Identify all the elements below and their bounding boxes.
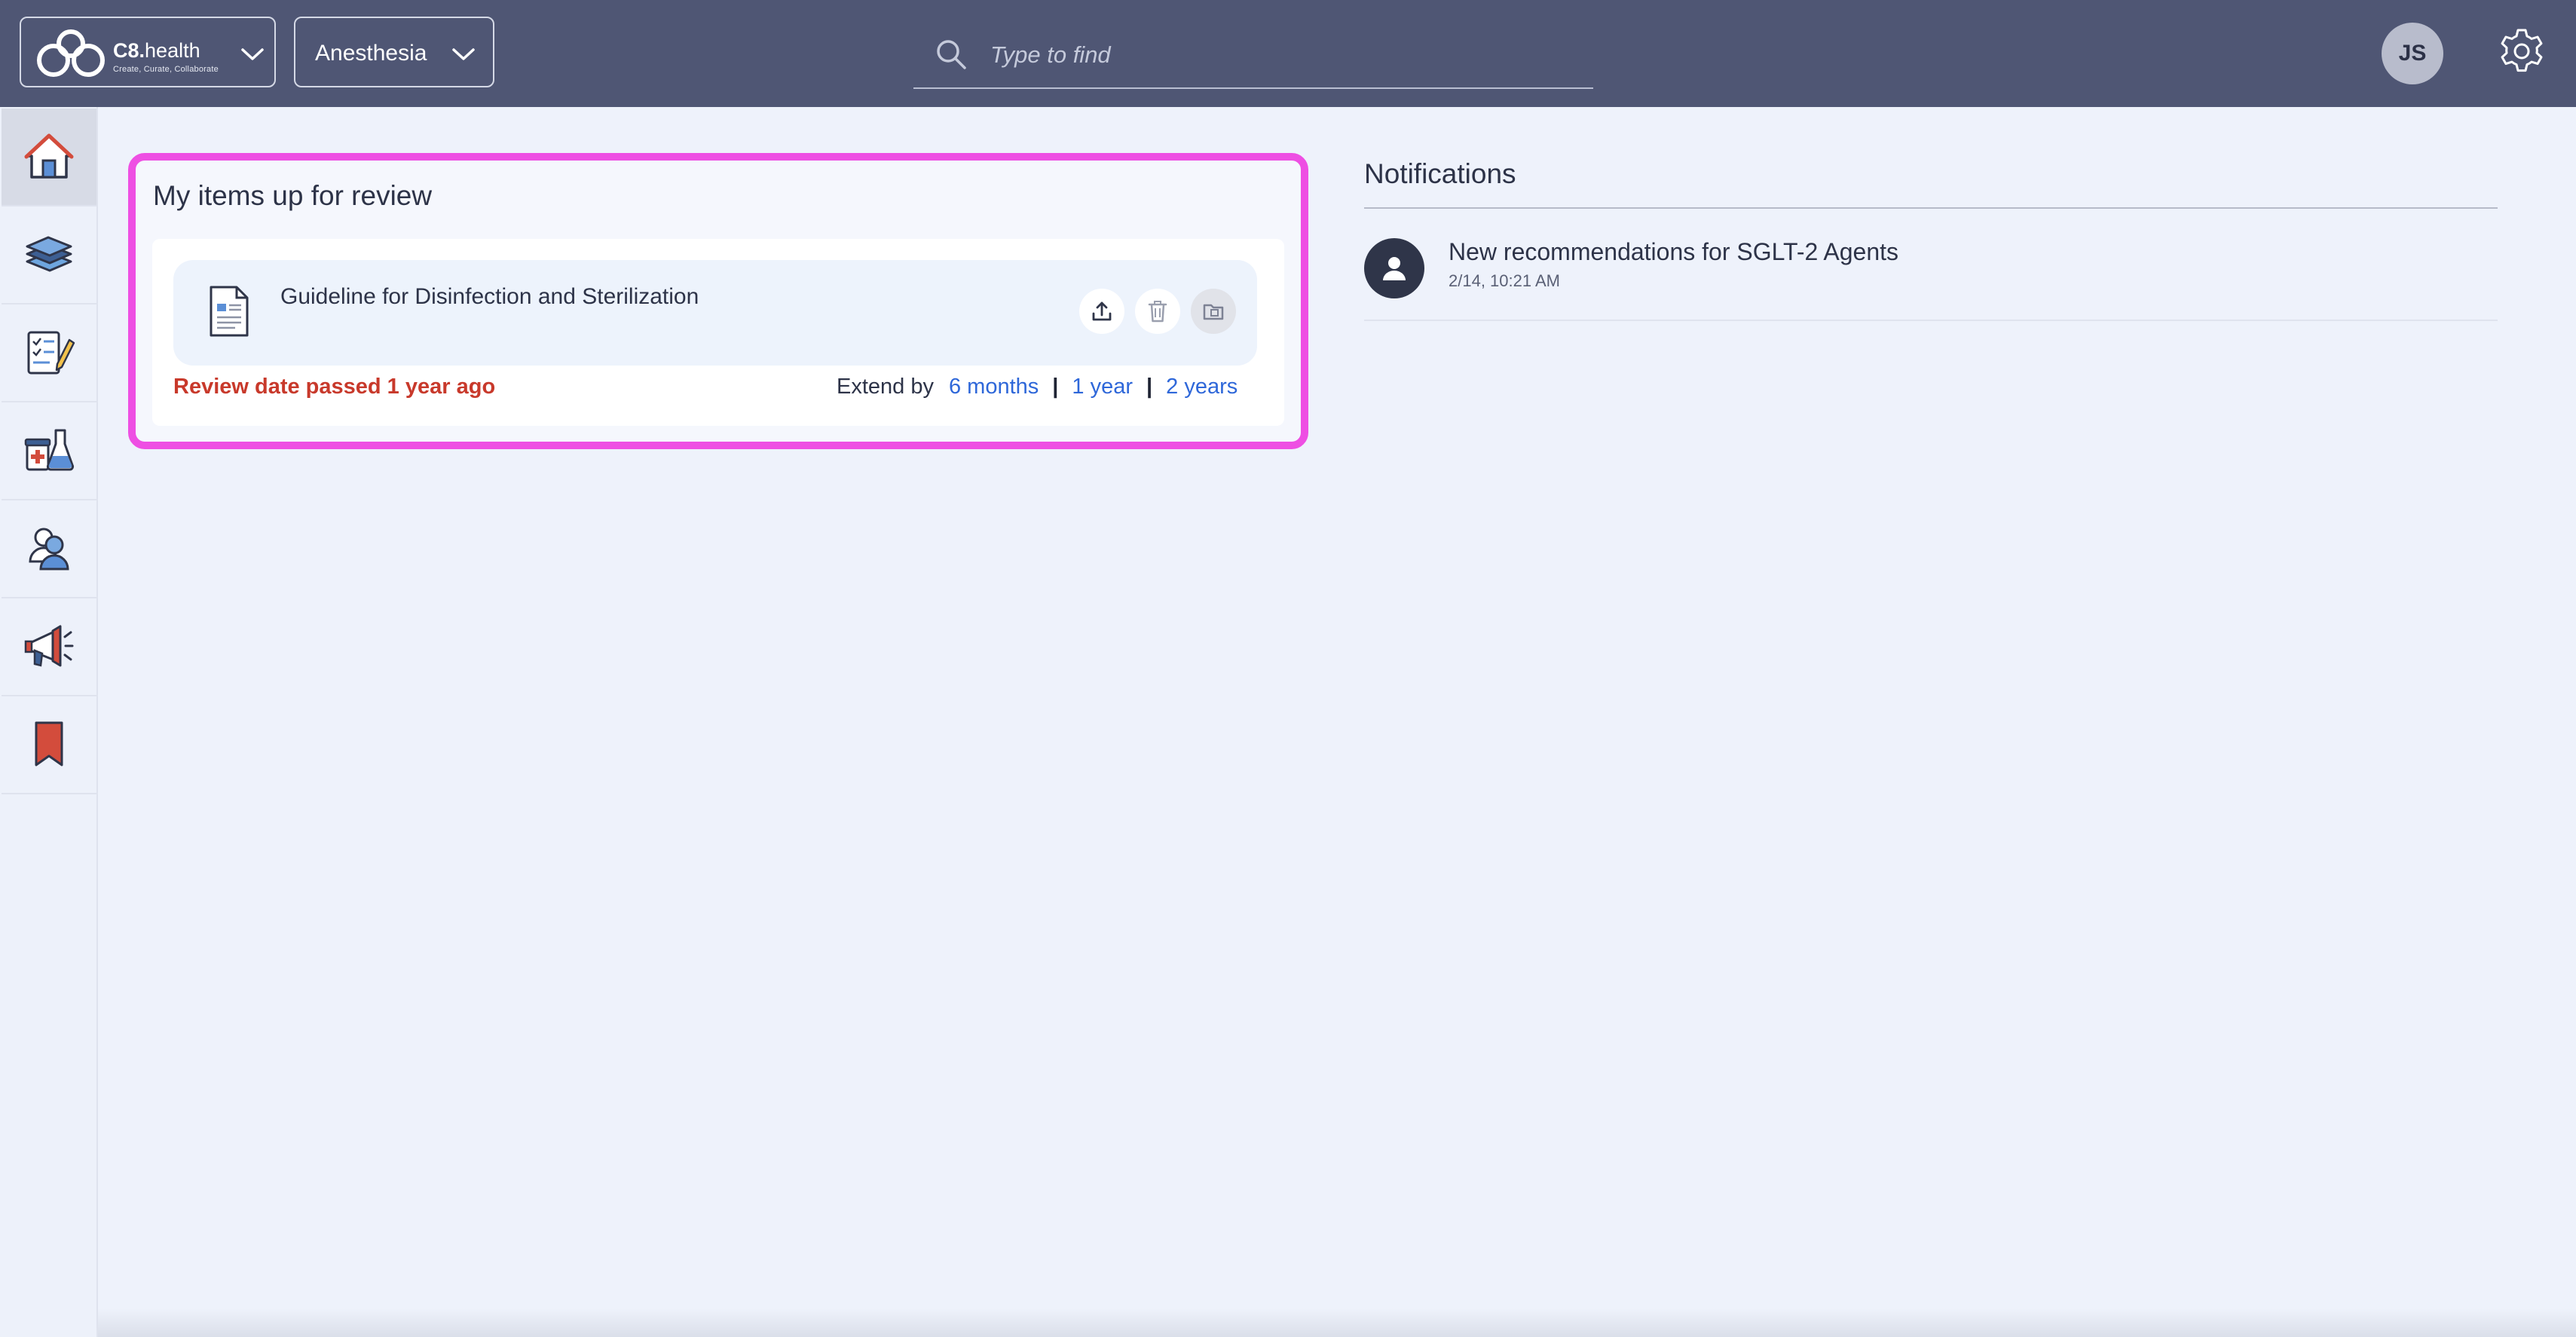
megaphone-icon — [24, 625, 74, 667]
review-section: My items up for review Guideline for Dis… — [128, 153, 1308, 449]
checklist-icon — [27, 331, 75, 375]
chevron-down-icon — [452, 48, 475, 60]
user-avatar[interactable]: JS — [2382, 23, 2443, 84]
books-icon — [26, 236, 72, 272]
trash-icon — [1148, 301, 1167, 323]
home-icon — [24, 133, 74, 179]
review-section-title: My items up for review — [153, 180, 433, 211]
upload-button[interactable] — [1079, 289, 1124, 334]
extend-options: Extend by 6 months | 1 year | 2 years — [837, 375, 1238, 399]
notifications-title: Notifications — [1364, 158, 1516, 189]
sidebar-item-checklists[interactable] — [2, 304, 96, 402]
sidebar-item-bookmarks[interactable] — [2, 696, 96, 794]
extend-2-years-link[interactable]: 2 years — [1166, 375, 1238, 399]
department-selector[interactable]: Anesthesia — [294, 17, 494, 87]
people-icon — [29, 528, 69, 571]
review-status-overdue: Review date passed 1 year ago — [173, 375, 496, 399]
sidebar-item-medications[interactable] — [2, 402, 96, 500]
review-item-row[interactable]: Guideline for Disinfection and Steriliza… — [173, 260, 1257, 366]
notifications-divider — [1364, 207, 2498, 209]
delete-button[interactable] — [1135, 289, 1180, 334]
user-icon — [1383, 257, 1406, 280]
bookmark-icon — [35, 721, 63, 766]
extend-separator: | — [1052, 375, 1059, 399]
sidebar — [0, 107, 98, 1337]
gear-icon[interactable] — [2498, 27, 2546, 75]
search-bar — [913, 23, 1593, 89]
notification-avatar — [1364, 238, 1424, 298]
top-bar: C8.health Create, Curate, Collaborate An… — [0, 0, 2576, 107]
lab-medical-icon — [24, 429, 75, 471]
review-item-card: Guideline for Disinfection and Steriliza… — [152, 239, 1284, 426]
c8-logo-icon — [37, 29, 105, 77]
extend-label: Extend by — [837, 375, 934, 399]
brand-tagline: Create, Curate, Collaborate — [113, 65, 219, 74]
upload-icon — [1092, 301, 1112, 321]
notification-timestamp: 2/14, 10:21 AM — [1449, 271, 1560, 290]
notification-item[interactable]: New recommendations for SGLT-2 Agents 2/… — [1364, 238, 2498, 321]
folder-icon — [1203, 304, 1224, 320]
sidebar-item-home[interactable] — [2, 109, 96, 207]
review-item-title: Guideline for Disinfection and Steriliza… — [280, 284, 699, 309]
extend-separator: | — [1146, 375, 1153, 399]
search-icon — [937, 40, 966, 69]
bottom-shadow — [98, 1308, 2576, 1337]
notification-text: New recommendations for SGLT-2 Agents — [1449, 238, 1899, 265]
document-icon — [210, 286, 249, 337]
extend-6-months-link[interactable]: 6 months — [949, 375, 1039, 399]
sidebar-item-announcements[interactable] — [2, 598, 96, 696]
brand-name: C8.health — [113, 39, 200, 62]
sidebar-item-people[interactable] — [2, 500, 96, 598]
extend-1-year-link[interactable]: 1 year — [1072, 375, 1133, 399]
chevron-down-icon — [241, 48, 264, 60]
sidebar-item-library[interactable] — [2, 207, 96, 304]
move-to-folder-button[interactable] — [1191, 289, 1236, 334]
organization-selector[interactable]: C8.health Create, Curate, Collaborate — [20, 17, 276, 87]
search-input[interactable] — [990, 33, 1563, 77]
department-label: Anesthesia — [315, 41, 427, 66]
